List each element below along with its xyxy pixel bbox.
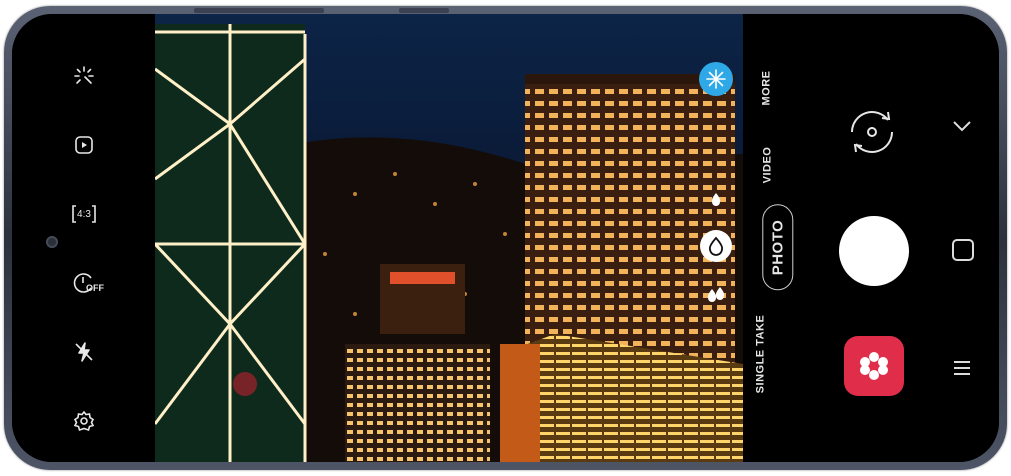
phone-frame: 4:3 OFF MORE VIDEO PHOTO SINGLE TAKE <box>4 6 1007 470</box>
water-drop-selected-icon[interactable] <box>700 230 732 262</box>
mode-video[interactable]: VIDEO <box>761 147 773 184</box>
chevron-down-icon[interactable] <box>952 119 972 137</box>
mode-photo[interactable]: PHOTO <box>762 204 794 291</box>
shutter-button[interactable] <box>839 216 909 286</box>
front-camera-hole <box>46 236 58 248</box>
aspect-ratio-icon[interactable]: 4:3 <box>66 196 102 232</box>
water-drops-icon[interactable] <box>706 286 726 307</box>
timer-off-icon[interactable]: OFF <box>66 265 104 301</box>
water-drop-small-icon[interactable] <box>710 192 722 211</box>
left-toolbar: 4:3 OFF <box>12 14 155 462</box>
screen: 4:3 OFF MORE VIDEO PHOTO SINGLE TAKE <box>12 14 999 462</box>
aspect-ratio-label: 4:3 <box>77 208 91 220</box>
snowflake-filter-icon[interactable] <box>699 62 733 96</box>
camera-viewfinder[interactable] <box>155 14 743 462</box>
timer-off-label: OFF <box>86 283 104 293</box>
menu-lines-icon[interactable] <box>952 359 972 382</box>
flash-off-icon[interactable] <box>66 334 102 370</box>
side-button <box>194 8 324 13</box>
mode-single-take[interactable]: SINGLE TAKE <box>754 315 766 394</box>
settings-gear-icon[interactable] <box>66 403 102 439</box>
sparkle-icon[interactable] <box>66 58 102 94</box>
square-home-icon[interactable] <box>952 239 974 261</box>
motion-photo-icon[interactable] <box>66 127 102 163</box>
switch-camera-icon[interactable] <box>844 104 900 160</box>
gallery-thumbnail-icon[interactable] <box>844 336 904 396</box>
mode-more[interactable]: MORE <box>761 71 773 106</box>
side-button <box>399 8 449 13</box>
night-city-scene <box>155 14 743 462</box>
